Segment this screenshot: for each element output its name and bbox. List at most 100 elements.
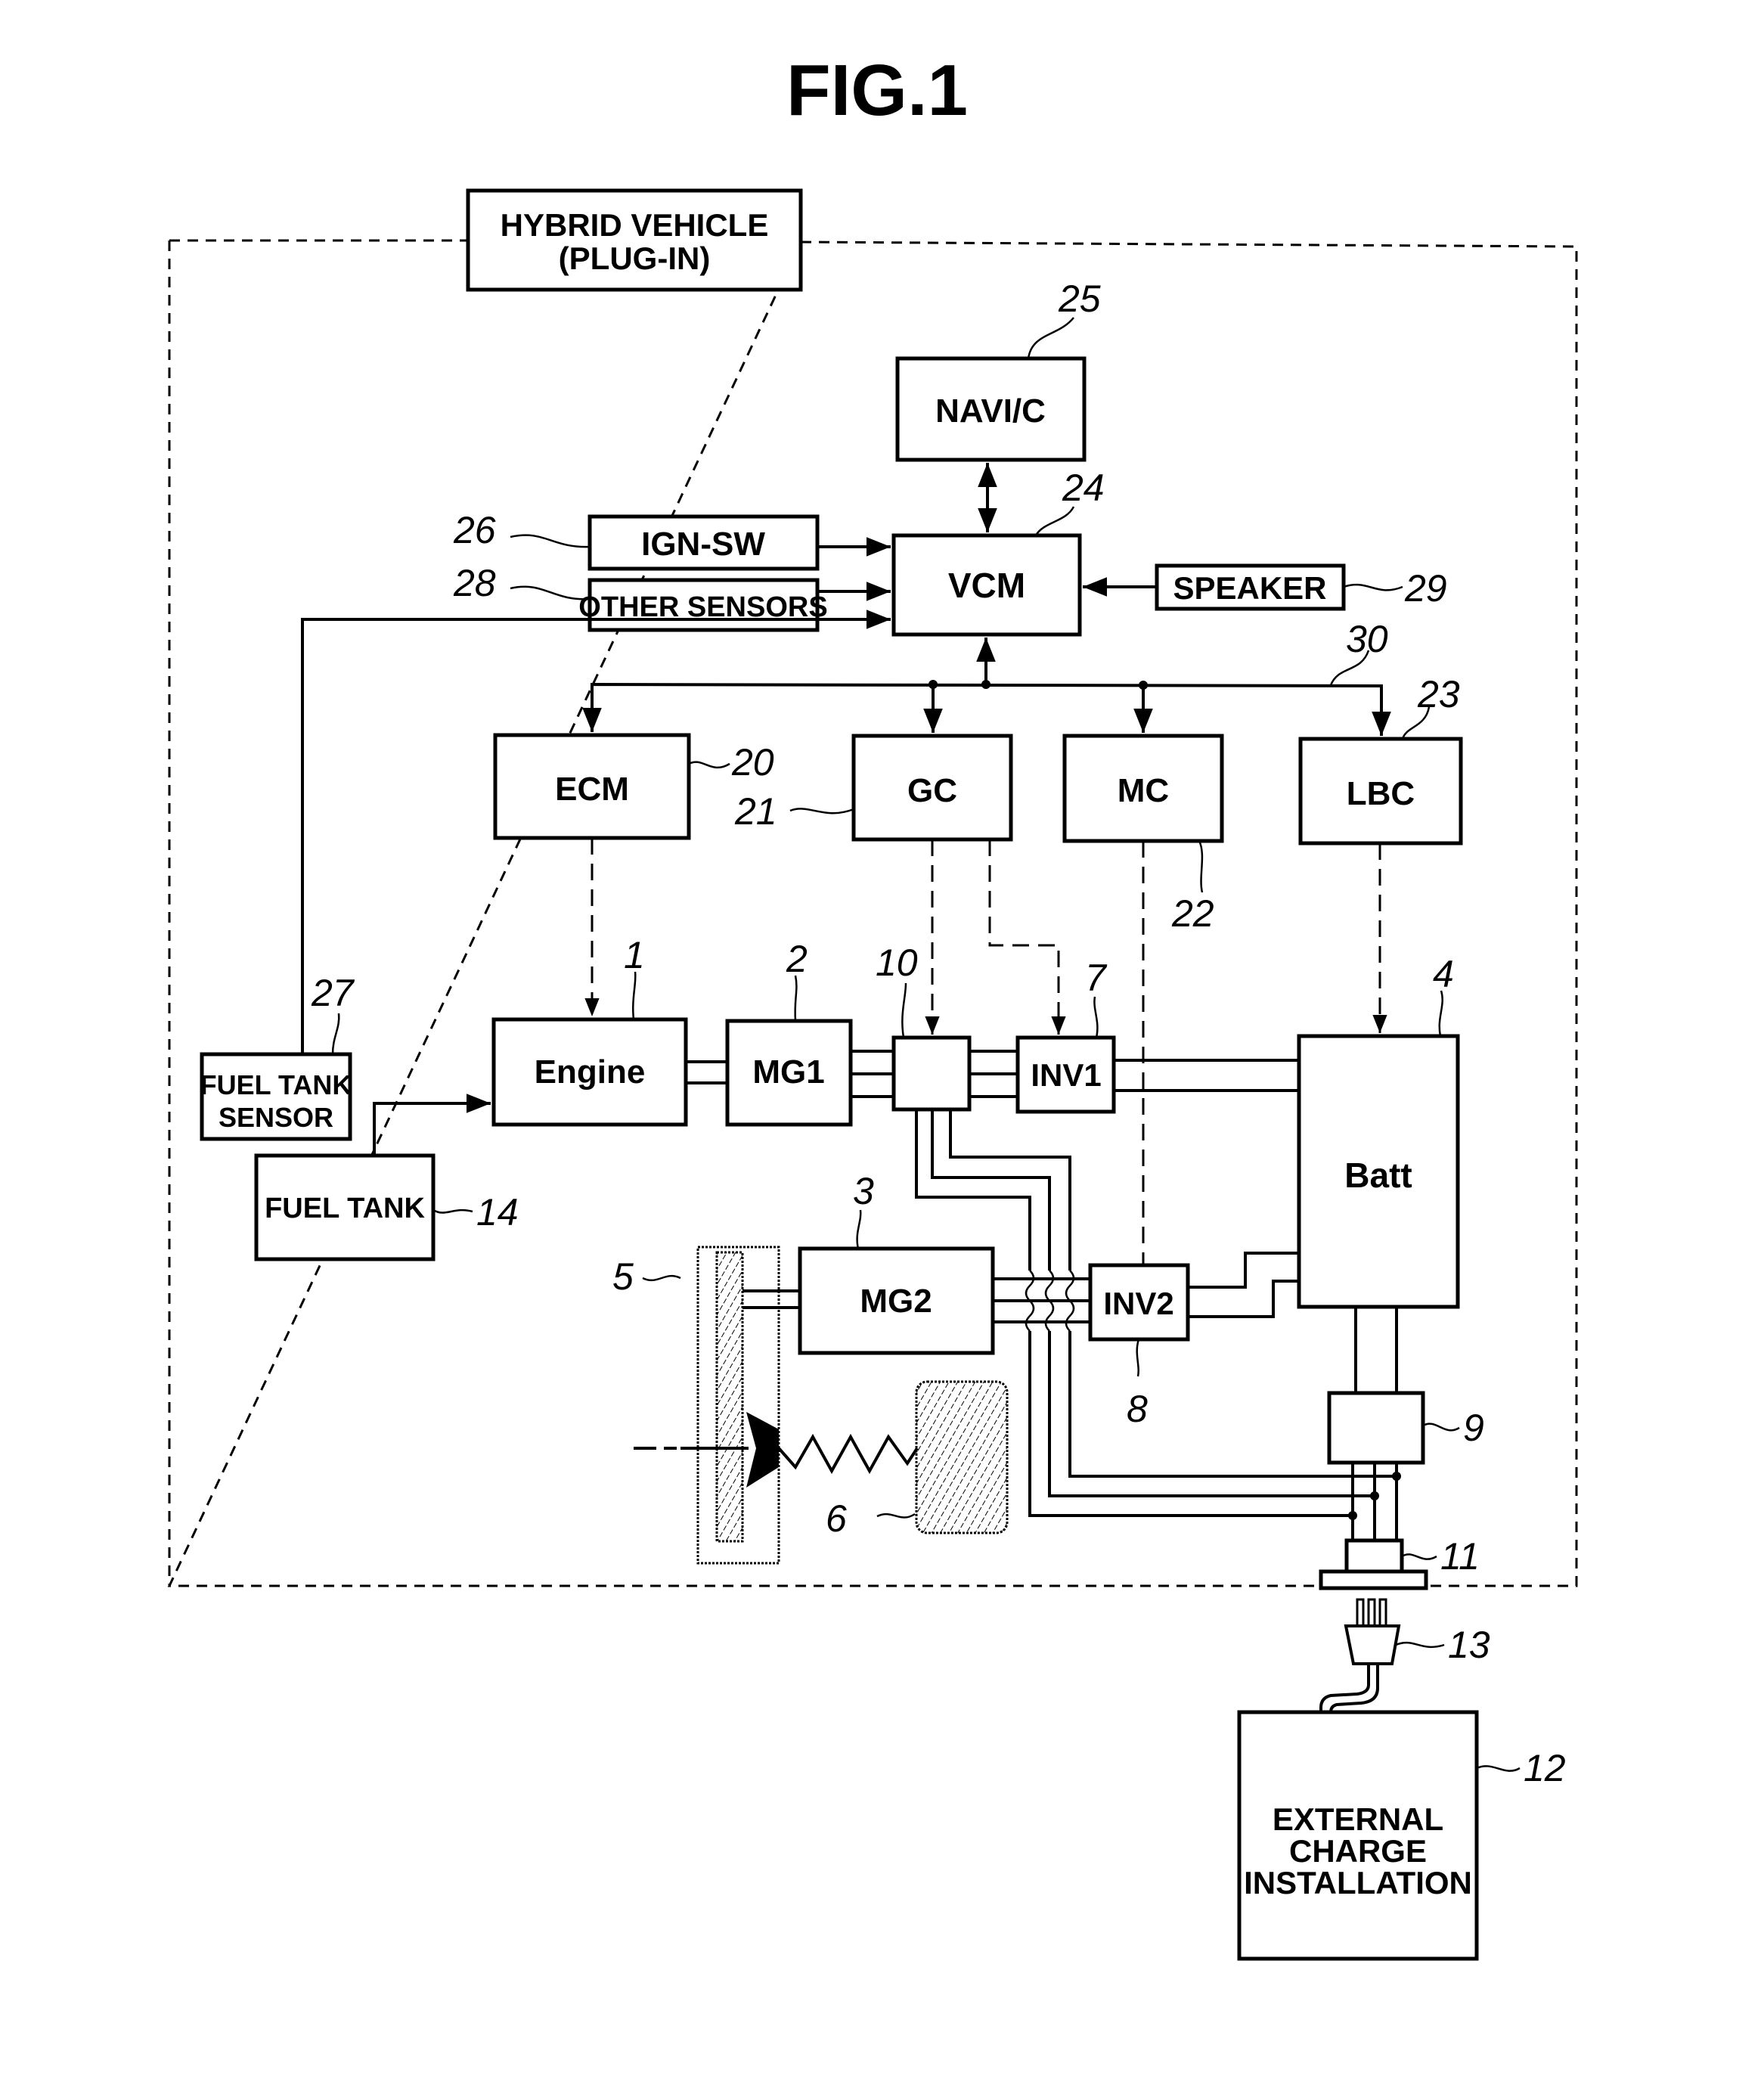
inv1-label: INV1 xyxy=(1031,1057,1101,1093)
splitter-box xyxy=(891,1035,972,1112)
vcm-ref: 24 xyxy=(1062,467,1105,509)
vcm-label: VCM xyxy=(948,566,1025,605)
ign-sw-box: IGN-SW xyxy=(587,514,820,571)
vehicle-label-box: HYBRID VEHICLE (PLUG-IN) xyxy=(466,188,803,292)
navi-leader xyxy=(1027,317,1074,359)
external-ref: 12 xyxy=(1524,1747,1566,1789)
speaker-ref: 29 xyxy=(1404,567,1447,610)
wheel-leader xyxy=(876,1513,916,1519)
vehicle-boundary xyxy=(167,239,1578,1587)
external-line3: INSTALLATION xyxy=(1244,1865,1472,1900)
gear-leader xyxy=(642,1274,681,1282)
inv2-box: INV2 xyxy=(1088,1263,1190,1342)
lbc-box: LBC xyxy=(1298,737,1463,845)
gc-box: GC xyxy=(851,734,1013,842)
lbc-ref: 23 xyxy=(1417,673,1460,715)
charge-plug xyxy=(1344,1598,1401,1665)
charger-leader xyxy=(1422,1423,1460,1432)
fuel-tank-ref: 14 xyxy=(476,1191,519,1233)
engine-leader xyxy=(632,971,637,1020)
mg1-label: MG1 xyxy=(752,1053,824,1091)
fuel-tank-engine-link xyxy=(373,1094,491,1156)
system-diagram: FIG.1 HYBRID VEHICLE (PLUG-IN) NAVI/C 2 5… xyxy=(167,50,1578,1961)
splitter-charge-wire xyxy=(949,1109,1071,1271)
speaker-box: SPEAKER xyxy=(1155,563,1346,611)
gc-leader xyxy=(789,808,854,814)
battery-ref: 4 xyxy=(1433,953,1454,995)
splitter-leader xyxy=(901,982,907,1038)
engine-box: Engine xyxy=(491,1017,688,1127)
inv1-box: INV1 xyxy=(1015,1035,1116,1114)
ign-sw-leader xyxy=(510,534,591,548)
mc-ref: 22 xyxy=(1171,892,1214,935)
vcm-box: VCM xyxy=(891,533,1082,637)
charger-ref: 9 xyxy=(1463,1407,1484,1449)
vcm-leader xyxy=(1034,506,1075,536)
plug-ref: 13 xyxy=(1448,1624,1490,1666)
engine-ref: 1 xyxy=(624,934,645,976)
mg2-box: MG2 xyxy=(798,1246,995,1355)
vehicle-label-line1: HYBRID VEHICLE xyxy=(501,207,769,243)
bus-node xyxy=(1139,681,1148,690)
vehicle-label-line2: (PLUG-IN) xyxy=(559,240,711,276)
inv2-label: INV2 xyxy=(1103,1286,1173,1321)
battery-box: Batt xyxy=(1297,1034,1460,1309)
charger-box xyxy=(1327,1391,1425,1465)
gc-inv1-control xyxy=(988,839,1066,1035)
plug-leader xyxy=(1395,1641,1445,1649)
wire-junction xyxy=(1370,1491,1379,1500)
inv1-leader xyxy=(1093,996,1099,1038)
wheel xyxy=(915,1380,1009,1534)
navi-label: NAVI/C xyxy=(935,392,1046,430)
speaker-leader xyxy=(1343,583,1403,591)
mg1-box: MG1 xyxy=(725,1019,853,1127)
mg2-label: MG2 xyxy=(860,1283,932,1320)
drive-shaft-spring xyxy=(777,1433,919,1475)
external-line1: EXTERNAL xyxy=(1273,1801,1443,1837)
charge-cable xyxy=(1319,1664,1379,1713)
fuel-sensor-leader xyxy=(331,1013,340,1055)
mc-label: MC xyxy=(1118,772,1169,809)
splitter-ref: 10 xyxy=(876,942,918,984)
other-sensors-ref: 28 xyxy=(453,562,496,604)
engine-label: Engine xyxy=(535,1053,646,1091)
inv1-ref: 7 xyxy=(1085,957,1108,999)
bus-node xyxy=(981,680,991,689)
charge-port-base xyxy=(1319,1569,1428,1590)
ign-sw-ref: 26 xyxy=(453,509,496,551)
communication-bus xyxy=(582,682,1391,736)
ign-sw-label: IGN-SW xyxy=(641,526,765,563)
mg2-leader xyxy=(856,1209,862,1249)
gear-ref: 5 xyxy=(612,1255,634,1298)
gc-ref: 21 xyxy=(734,790,777,833)
charge-port-ref: 11 xyxy=(1440,1535,1480,1578)
mg1-ref: 2 xyxy=(786,938,808,980)
fuel-tank-box: FUEL TANK xyxy=(254,1153,436,1261)
bus-ref: 30 xyxy=(1346,618,1388,660)
charge-wire xyxy=(1028,1331,1353,1517)
fuel-tank-leader xyxy=(432,1208,473,1214)
external-line2: CHARGE xyxy=(1289,1833,1427,1869)
wire-junction xyxy=(1348,1511,1357,1520)
fuel-tank-label: FUEL TANK xyxy=(265,1193,425,1224)
gc-label: GC xyxy=(907,772,957,809)
mg2-ref: 3 xyxy=(853,1170,874,1212)
fuel-tank-sensor-box: FUEL TANK SENSOR xyxy=(200,1052,352,1141)
speaker-label: SPEAKER xyxy=(1173,570,1326,606)
ecm-leader xyxy=(688,761,730,769)
ecm-ref: 20 xyxy=(731,741,774,783)
fuel-sensor-line2: SENSOR xyxy=(219,1102,333,1133)
charge-wire xyxy=(1048,1331,1375,1497)
other-sensors-leader xyxy=(510,585,591,600)
mc-box: MC xyxy=(1062,734,1224,843)
charge-port xyxy=(1344,1538,1404,1574)
ecm-label: ECM xyxy=(555,771,629,808)
fuel-sensor-line1: FUEL TANK xyxy=(200,1069,352,1100)
wheel-ref: 6 xyxy=(826,1497,847,1540)
figure-title: FIG.1 xyxy=(786,50,968,131)
wire-junction xyxy=(1392,1472,1401,1481)
battery-leader xyxy=(1438,990,1443,1037)
mg1-leader xyxy=(794,975,798,1022)
fuel-sensor-ref: 27 xyxy=(311,972,355,1014)
ecm-box: ECM xyxy=(493,733,691,840)
